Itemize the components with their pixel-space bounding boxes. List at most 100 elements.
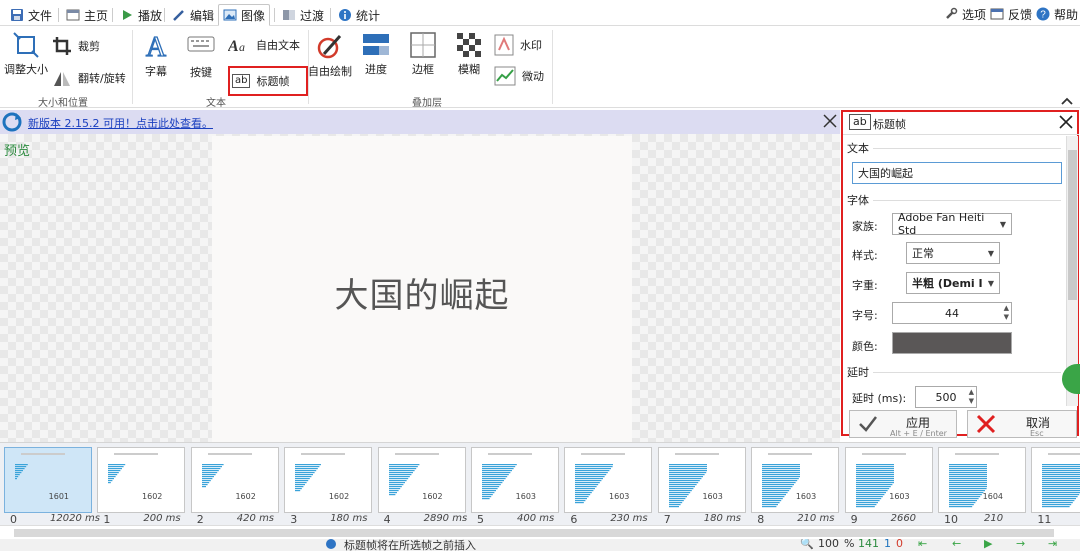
feedback-button[interactable]: 反馈 (990, 5, 1032, 23)
frame-thumbnail[interactable]: 1602 (97, 447, 186, 513)
spin-arrows-icon[interactable]: ▲ ▼ (969, 388, 974, 406)
play-frames-icon[interactable]: ▶ (984, 539, 992, 550)
thumbnail-number: 1604 (982, 492, 1003, 501)
thumbnail-bar (108, 478, 115, 480)
flip-rotate-button[interactable]: 翻转/旋转 (52, 68, 126, 88)
help-button[interactable]: ? 帮助 (1036, 5, 1078, 23)
divider (274, 8, 275, 22)
thumbnail-bar (575, 498, 588, 500)
frame-thumbnail[interactable]: 1602 (190, 447, 279, 513)
frame-thumbnail[interactable]: 1602 (284, 447, 373, 513)
frame-thumbnail[interactable]: 1603 (657, 447, 746, 513)
thumbnail-title (114, 453, 159, 455)
thumbnail-bar (1042, 466, 1080, 468)
apply-button[interactable]: 应用 Alt + E / Enter (849, 410, 957, 438)
thumbnail-bar (668, 484, 697, 486)
delay-stepper[interactable]: 500 ▲ ▼ (915, 386, 977, 408)
thumbnail-bar (668, 476, 703, 478)
cinemagraph-button[interactable]: 微动 (494, 66, 544, 86)
tab-transitions[interactable]: 过渡 (278, 4, 328, 26)
thumbnail-bar (855, 484, 892, 486)
free-text-button[interactable]: Aa 自由文本 (228, 36, 300, 54)
thumbnail-title (861, 453, 906, 455)
frame-thumbnail[interactable]: 1603 (844, 447, 933, 513)
check-icon (859, 416, 877, 432)
thumbnail-bar (1042, 500, 1075, 502)
thumbnail-bar (855, 490, 888, 492)
tab-image[interactable]: 图像 (218, 4, 270, 26)
preview-label: 预览 (4, 144, 31, 159)
progress-button[interactable]: 进度 (362, 32, 390, 77)
update-link[interactable]: 新版本 2.15.2 可用！点击此处查看。 (28, 115, 213, 131)
crop-button[interactable]: 裁剪 (52, 36, 100, 56)
cancel-button[interactable]: 取消 Esc (967, 410, 1077, 438)
frame-thumbnail[interactable]: 1602 (377, 447, 466, 513)
frame-count: 141 (858, 539, 879, 550)
next-frame-icon[interactable]: → (1016, 539, 1025, 550)
thumbnail-bar (201, 480, 211, 482)
zoom-unit: % (844, 539, 855, 550)
free-drawing-button[interactable]: 自由绘制 (308, 32, 352, 79)
frame-thumbnail[interactable]: 1601 (4, 447, 92, 513)
collapse-ribbon-icon[interactable] (1060, 96, 1074, 106)
resize-button[interactable]: 调整大小 (4, 32, 48, 77)
thumbnail-bar (388, 476, 410, 478)
apply-shortcut: Alt + E / Enter (890, 429, 947, 437)
thumbnail-title (301, 453, 346, 455)
watermark-button[interactable]: 水印 (494, 34, 542, 56)
frame-strip-scrollbar[interactable] (0, 525, 1080, 539)
info-icon (339, 9, 351, 21)
svg-text:A: A (228, 38, 239, 54)
thumbnail-bar (949, 492, 984, 494)
update-notification: 新版本 2.15.2 可用！点击此处查看。 (0, 110, 840, 134)
font-color-swatch[interactable] (892, 332, 1012, 354)
frame-duration: 12020 ms (50, 513, 100, 524)
blur-button[interactable]: 模糊 (456, 32, 482, 77)
tab-play[interactable]: 播放 (116, 4, 166, 26)
scrollbar-thumb[interactable] (14, 529, 1054, 537)
thumbnail-bar (855, 482, 894, 484)
previous-frame-icon[interactable]: ← (952, 539, 961, 550)
frame-thumbnail[interactable]: 1603 (564, 447, 653, 513)
frame-duration: 180 ms (703, 513, 742, 524)
thumbnail-bar (1042, 470, 1080, 472)
options-button[interactable]: 选项 (944, 5, 986, 23)
thumbnail-bar (1042, 472, 1080, 474)
title-frame-button[interactable]: ab 标题帧 (228, 66, 308, 96)
scrollbar-thumb[interactable] (1068, 150, 1077, 300)
last-frame-icon[interactable]: ⇥ (1048, 539, 1057, 550)
frame-thumbnail[interactable]: 1603 (751, 447, 840, 513)
size-label: 字号: (852, 309, 878, 322)
tab-home[interactable]: 主页 (62, 4, 112, 26)
border-button[interactable]: 边框 (410, 32, 436, 77)
delay-label: 延时 (ms): (852, 392, 907, 405)
tab-statistics[interactable]: 统计 (334, 4, 384, 26)
thumbnail-bar (855, 466, 894, 468)
thumbnail-bar (949, 472, 987, 474)
close-panel-icon[interactable] (1059, 115, 1073, 129)
free-text-label: 自由文本 (256, 39, 300, 52)
font-size-stepper[interactable]: 44 ▲ ▼ (892, 302, 1012, 324)
caption-button[interactable]: A 字幕 (142, 30, 170, 79)
tab-edit[interactable]: 编辑 (168, 4, 218, 26)
search-icon[interactable]: 🔍 (800, 539, 814, 550)
frame-thumbnail[interactable]: 1604 (938, 447, 1026, 513)
progress-icon (363, 34, 389, 55)
font-family-select[interactable]: Adobe Fan Heiti Std ▼ (892, 211, 1012, 237)
title-text-input[interactable]: 大国的崛起 (852, 162, 1062, 184)
close-notification-icon[interactable] (823, 114, 837, 128)
frame-thumbnail[interactable] (1031, 447, 1080, 513)
frame-thumbnail[interactable]: 1603 (471, 447, 559, 513)
thumbnail-bar (201, 466, 222, 468)
font-weight-select[interactable]: 半粗 (Demi I ▼ (906, 272, 1000, 294)
thumbnail-bar (668, 472, 706, 474)
thumbnail-bar (668, 504, 681, 506)
status-bar: 标题帧将在所选帧之前插入 🔍 100 % 141 1 0 ⇤ ← ▶ → ⇥ (0, 539, 1080, 551)
spin-arrows-icon[interactable]: ▲ ▼ (1004, 304, 1009, 322)
keystrokes-button[interactable]: 按键 (186, 32, 216, 80)
tab-file[interactable]: 文件 (6, 4, 56, 26)
cinemagraph-label: 微动 (522, 70, 544, 83)
first-frame-icon[interactable]: ⇤ (918, 539, 927, 550)
font-style-select[interactable]: 正常 ▼ (906, 242, 1000, 264)
thumbnail-bar (668, 478, 702, 480)
